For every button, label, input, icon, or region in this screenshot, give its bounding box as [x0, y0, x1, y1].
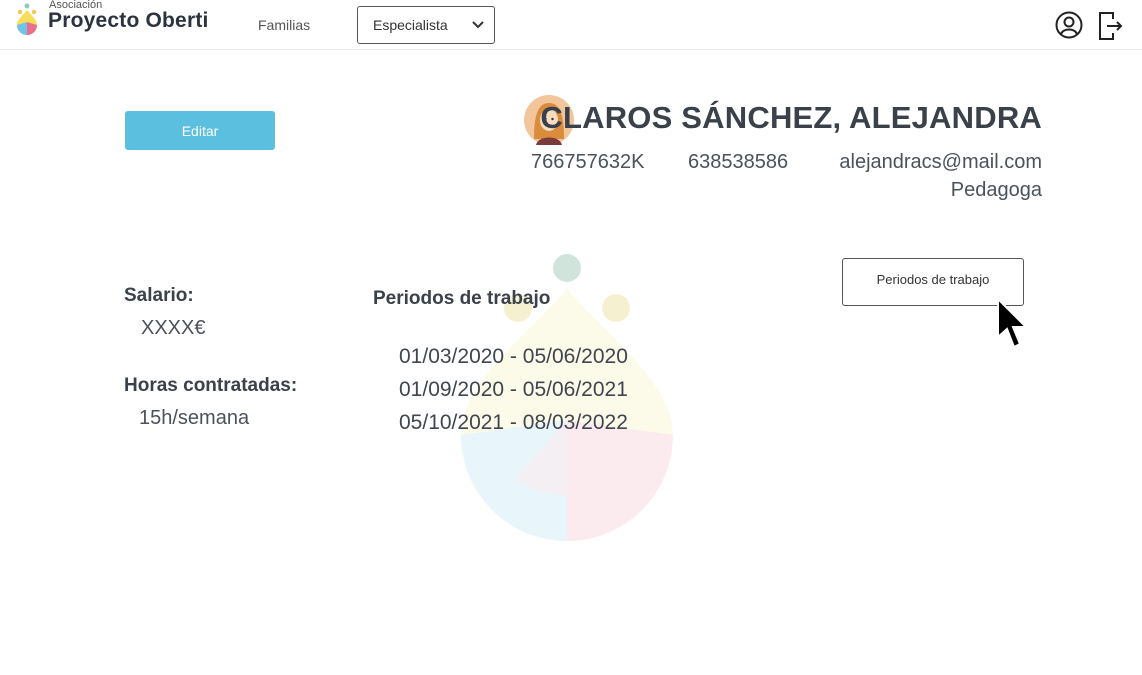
phone-text: 638538586: [688, 151, 789, 173]
user-profile-icon[interactable]: [1055, 11, 1083, 39]
dni-text: 766757632K: [531, 151, 645, 173]
top-navigation-bar: Asociación Proyecto Oberti Familias Espe…: [0, 0, 1142, 50]
logout-icon[interactable]: [1098, 11, 1124, 41]
period-item: 01/03/2020 - 05/06/2020: [399, 345, 628, 368]
employee-name: CLAROS SÁNCHEZ, ALEJANDRA: [540, 100, 1042, 135]
hours-value: 15h/semana: [139, 407, 250, 429]
job-role-text: Pedagoga: [950, 179, 1042, 201]
edit-button[interactable]: Editar: [125, 111, 275, 150]
email-text: alejandracs@mail.com: [839, 151, 1042, 173]
mouse-cursor-icon: [997, 297, 1029, 349]
period-item: 05/10/2021 - 08/03/2022: [399, 411, 628, 434]
nav-familias-link[interactable]: Familias: [258, 17, 310, 33]
period-item: 01/09/2020 - 05/06/2021: [399, 378, 628, 401]
role-select[interactable]: Especialista: [357, 6, 495, 44]
logo-title: Proyecto Oberti: [48, 9, 209, 32]
chevron-down-icon: [472, 21, 484, 29]
salary-label: Salario:: [124, 285, 194, 306]
salary-value: XXXX€: [141, 317, 206, 339]
periods-title: Periodos de trabajo: [373, 288, 551, 309]
logo-drop-icon: [17, 3, 37, 35]
hours-label: Horas contratadas:: [124, 375, 298, 396]
role-select-value: Especialista: [373, 17, 448, 33]
